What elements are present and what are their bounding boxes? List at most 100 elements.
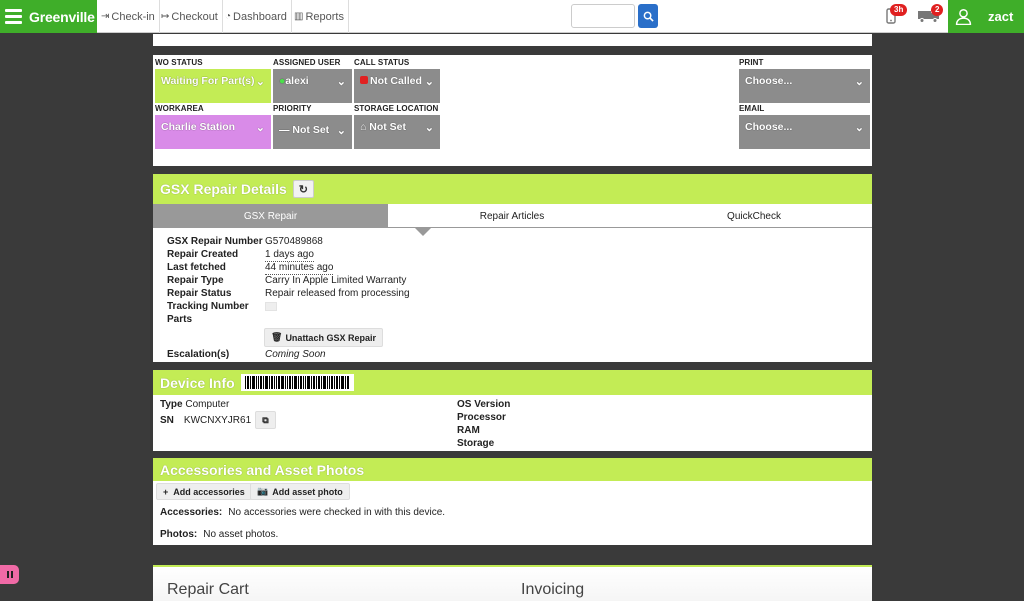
print-field: Print Choose... ⌄	[739, 58, 870, 103]
tracking-number-empty	[265, 301, 277, 311]
add-accessories-label: Add accessories	[173, 486, 245, 497]
workarea-label: Workarea	[155, 104, 204, 113]
device-type-key: Type	[160, 399, 183, 410]
nav-checkin[interactable]: ⇥ Check-in	[97, 0, 160, 33]
print-dropdown[interactable]: Choose... ⌄	[739, 69, 870, 103]
call-status-field: Call Status Not Called ⌄	[354, 58, 440, 103]
add-asset-photo-button[interactable]: 📷 Add asset photo	[250, 483, 350, 500]
gsx-tabs: GSX Repair Repair Articles QuickCheck	[153, 204, 872, 228]
external-link-button[interactable]: ⧉	[255, 411, 276, 429]
repair-cart-title: Repair Cart	[167, 581, 249, 598]
brand-menu[interactable]: Greenville	[0, 0, 97, 33]
assigned-user-dropdown[interactable]: ●alexi ⌄	[273, 69, 352, 103]
nav-dashboard-label: Dashboard	[233, 10, 287, 23]
device-sn-value: KWCNXYJR61	[183, 415, 252, 426]
device-serial: SN KWCNXYJR61	[160, 414, 251, 427]
nav-checkin-label: Check-in	[111, 10, 155, 23]
phone-badge: 3h	[890, 4, 908, 16]
photos-row: Photos: No asset photos.	[160, 528, 278, 541]
device-storage: Storage	[457, 438, 495, 449]
call-status-value: Not Called	[370, 75, 422, 87]
field-value: Coming Soon	[265, 349, 326, 360]
priority-field: Priority — Not Set ⌄	[273, 104, 352, 149]
bar-chart-icon: ▥	[294, 11, 304, 22]
wo-status-value: Waiting For Part(s)	[161, 75, 255, 87]
email-field: Email Choose... ⌄	[739, 104, 870, 149]
tab-gsx-repair[interactable]: GSX Repair	[153, 204, 388, 228]
minus-icon: —	[279, 124, 293, 136]
field-value: G570489868	[265, 236, 323, 247]
field-key: Tracking Number	[167, 301, 249, 312]
workarea-dropdown[interactable]: Charlie Station ⌄	[155, 115, 271, 149]
truck-badge: 2	[931, 4, 944, 16]
refresh-button[interactable]: ↻	[292, 180, 314, 198]
field-key: Parts	[167, 314, 193, 325]
field-key: Escalation(s)	[167, 349, 230, 360]
call-status-dropdown[interactable]: Not Called ⌄	[354, 69, 440, 103]
field-key: Repair Type	[167, 275, 224, 286]
photos-value: No asset photos.	[203, 529, 279, 540]
priority-label: Priority	[273, 104, 312, 113]
storage-location-label: Storage Location	[354, 104, 439, 113]
previous-panel-bottom	[153, 34, 872, 46]
unattach-label: Unattach GSX Repair	[285, 332, 376, 343]
field-value: 44 minutes ago	[265, 262, 334, 275]
accessories-panel: Accessories and Asset Photos + Add access…	[153, 458, 872, 545]
field-key: Repair Created	[167, 249, 239, 260]
field-escalations: Escalation(s) Coming Soon	[167, 348, 326, 361]
field-value: Carry In Apple Limited Warranty	[265, 275, 407, 286]
chevron-down-icon: ⌄	[255, 76, 265, 88]
search-input[interactable]	[571, 4, 635, 28]
add-photo-label: Add asset photo	[272, 486, 343, 497]
unattach-gsx-button[interactable]: 🗑 Unattach GSX Repair	[264, 328, 383, 347]
top-navbar: Greenville ⇥ Check-in ↦ Checkout ◔ Dashb…	[0, 0, 1024, 33]
storage-location-dropdown[interactable]: ⌂ Not Set ⌄	[354, 115, 440, 149]
print-value: Choose...	[745, 75, 793, 87]
field-last-fetched: Last fetched 44 minutes ago	[167, 261, 334, 275]
tab-repair-articles[interactable]: Repair Articles	[388, 204, 636, 228]
user-menu[interactable]: zact	[948, 0, 1024, 33]
nav-checkout-label: Checkout	[171, 10, 218, 23]
wo-status-field: WO Status Waiting For Part(s) ⌄	[155, 58, 271, 103]
gsx-panel-title: GSX Repair Details	[160, 181, 287, 197]
inbox-icon: ⌂	[360, 121, 370, 133]
field-parts: Parts	[167, 313, 265, 326]
gsx-panel-header: GSX Repair Details ↻	[153, 174, 872, 204]
pause-button[interactable]	[0, 565, 19, 584]
device-type: Type Computer	[160, 398, 229, 411]
wo-status-label: WO Status	[155, 58, 203, 67]
field-value: 1 days ago	[265, 249, 314, 262]
search-button[interactable]	[638, 4, 658, 28]
assigned-user-value: alexi	[285, 75, 309, 87]
workarea-value: Charlie Station	[161, 121, 236, 133]
invoicing-title: Invoicing	[521, 581, 585, 598]
search-icon	[643, 11, 654, 22]
user-icon	[955, 8, 972, 25]
nav-dashboard[interactable]: ◔ Dashboard	[221, 0, 292, 33]
refresh-icon: ↻	[298, 183, 308, 196]
storage-location-value: Not Set	[369, 121, 407, 133]
call-status-label: Call Status	[354, 58, 410, 67]
device-panel-header: Device Info	[153, 370, 872, 395]
hamburger-icon[interactable]	[5, 6, 22, 27]
tab-quickcheck[interactable]: QuickCheck	[636, 204, 872, 228]
priority-value: Not Set	[292, 124, 330, 136]
email-dropdown[interactable]: Choose... ⌄	[739, 115, 870, 149]
nav-reports[interactable]: ▥ Reports	[290, 0, 349, 33]
assigned-user-field: Assigned User ●alexi ⌄	[273, 58, 352, 103]
gsx-repair-panel: GSX Repair Details ↻ GSX Repair Repair A…	[153, 174, 872, 362]
field-repair-number: GSX Repair Number G570489868	[167, 235, 323, 248]
priority-dropdown[interactable]: — Not Set ⌄	[273, 115, 352, 149]
device-panel-title: Device Info	[160, 374, 235, 391]
workarea-field: Workarea Charlie Station ⌄	[155, 104, 271, 149]
wo-status-dropdown[interactable]: Waiting For Part(s) ⌄	[155, 69, 271, 103]
device-type-value: Computer	[185, 399, 230, 410]
repair-cart-panel: Repair Cart Invoicing	[153, 565, 872, 601]
trash-icon: 🗑	[271, 332, 283, 342]
device-ram: RAM	[457, 425, 480, 436]
nav-reports-label: Reports	[305, 10, 344, 23]
nav-checkout[interactable]: ↦ Checkout	[157, 0, 223, 33]
device-sn-key: SN	[160, 415, 174, 426]
add-accessories-button[interactable]: + Add accessories	[156, 483, 252, 500]
dashboard-icon: ◔	[225, 11, 232, 22]
